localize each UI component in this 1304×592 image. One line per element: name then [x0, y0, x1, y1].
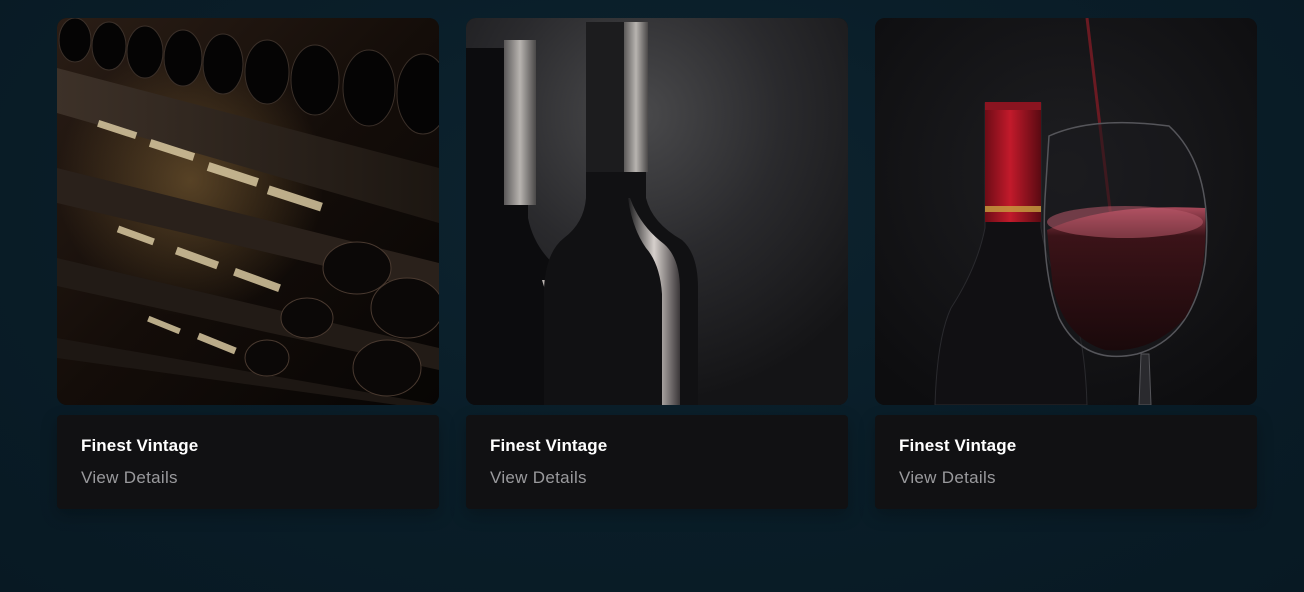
- view-details-link[interactable]: View Details: [490, 468, 587, 488]
- view-details-link[interactable]: View Details: [899, 468, 996, 488]
- card-info-panel: Finest Vintage View Details: [57, 415, 439, 509]
- two-wine-bottles-photo[interactable]: [466, 18, 848, 405]
- product-card-grid: Finest Vintage View Details Finest Vinta…: [57, 18, 1257, 509]
- card-info-panel: Finest Vintage View Details: [875, 415, 1257, 509]
- card-title: Finest Vintage: [490, 436, 608, 455]
- view-details-link[interactable]: View Details: [81, 468, 178, 488]
- product-card[interactable]: Finest Vintage View Details: [466, 18, 848, 509]
- wine-cellar-rack-photo[interactable]: [57, 18, 439, 405]
- product-card[interactable]: Finest Vintage View Details: [875, 18, 1257, 509]
- card-title: Finest Vintage: [81, 436, 199, 455]
- card-title: Finest Vintage: [899, 436, 1017, 455]
- red-wine-pour-photo[interactable]: [875, 18, 1257, 405]
- product-card[interactable]: Finest Vintage View Details: [57, 18, 439, 509]
- card-info-panel: Finest Vintage View Details: [466, 415, 848, 509]
